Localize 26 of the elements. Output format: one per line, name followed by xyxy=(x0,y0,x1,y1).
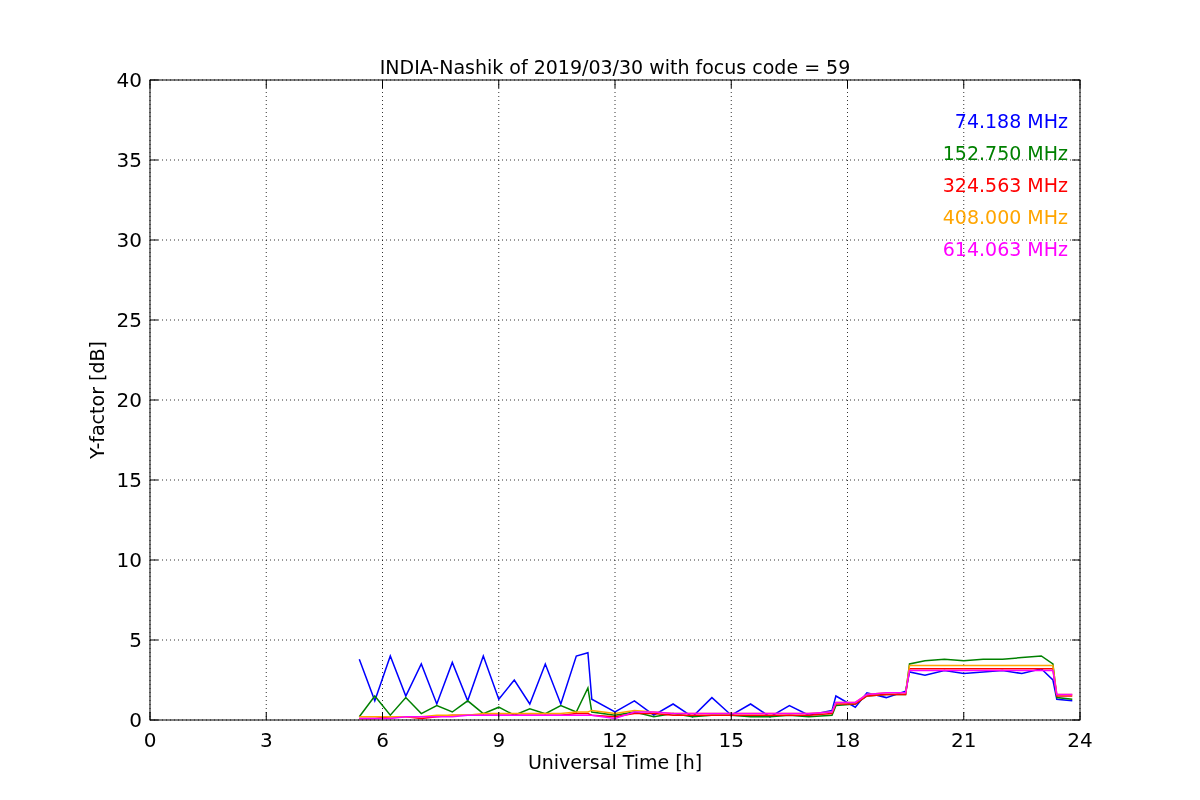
chart-title: INDIA-Nashik of 2019/03/30 with focus code = 59 xyxy=(379,56,851,78)
y-axis-label: Y-factor [dB] xyxy=(86,341,108,459)
tick-label: 25 xyxy=(116,308,142,332)
tick-label: 15 xyxy=(718,728,744,752)
legend-entry: 614.063 MHz xyxy=(942,238,1068,260)
tick-label: 30 xyxy=(116,228,142,252)
legend-entry: 74.188 MHz xyxy=(954,110,1068,132)
tick-label: 3 xyxy=(259,728,273,752)
legend-entry: 324.563 MHz xyxy=(942,174,1068,196)
tick-label: 12 xyxy=(602,728,628,752)
tick-label: 5 xyxy=(129,628,142,652)
tick-label: 9 xyxy=(492,728,506,752)
tick-label: 35 xyxy=(116,148,142,172)
tick-label: 18 xyxy=(834,728,861,752)
tick-label: 0 xyxy=(143,728,157,752)
tick-label: 10 xyxy=(116,548,142,572)
tick-label: 24 xyxy=(1067,728,1093,752)
tick-label: 40 xyxy=(116,68,142,92)
x-axis-label: Universal Time [h] xyxy=(527,751,703,773)
tick-label: 0 xyxy=(129,708,142,732)
legend-entry: 408.000 MHz xyxy=(942,206,1068,228)
tick-label: 20 xyxy=(116,388,142,412)
tick-label: 6 xyxy=(376,728,389,752)
legend-entry: 152.750 MHz xyxy=(942,142,1068,164)
tick-label: 15 xyxy=(116,468,142,492)
tick-label: 21 xyxy=(951,728,977,752)
